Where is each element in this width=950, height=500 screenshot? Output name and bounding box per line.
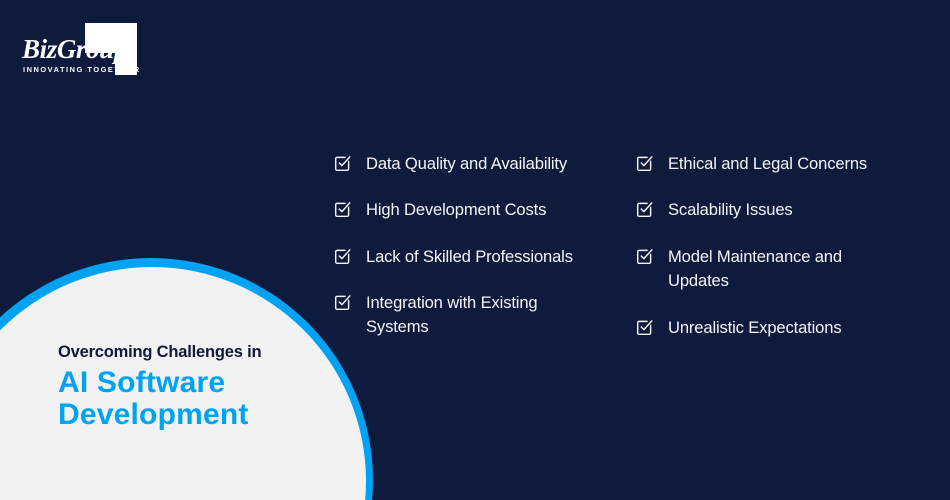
list-item[interactable]: Ethical and Legal Concerns [636,152,936,176]
list-item-label: Scalability Issues [668,200,793,219]
headline-eyebrow: Overcoming Challenges in [58,343,262,361]
list-item[interactable]: Lack of Skilled Professionals [334,245,626,269]
list-item-label: High Development Costs [366,200,547,219]
list-item[interactable]: Model Maintenance and Updates [636,245,881,293]
list-item[interactable]: Unrealistic Expectations [636,316,936,340]
checkbox-checked-icon [334,155,351,172]
list-item[interactable]: Integration with Existing Systems [334,291,584,339]
list-item-label: Data Quality and Availability [366,154,568,173]
checkbox-checked-icon [334,248,351,265]
list-item-label: Model Maintenance and Updates [668,247,842,290]
slide-canvas: BizGroup INNOVATING TOGETHER Overcoming … [0,0,950,500]
headline-block: Overcoming Challenges in AI Software Dev… [58,341,348,431]
list-item-label: Integration with Existing Systems [366,293,538,336]
logo-name: BizGroup [22,34,127,64]
checkbox-checked-icon [334,201,351,218]
checkbox-checked-icon [636,201,653,218]
headline-title: AI Software Development [58,367,348,431]
logo-wordmark: BizGroup INNOVATING TOGETHER [22,36,142,75]
headline-title-line-2: Development [58,398,249,431]
brand-logo[interactable]: BizGroup INNOVATING TOGETHER [22,20,182,80]
list-item-label: Ethical and Legal Concerns [668,154,868,173]
list-item-label: Lack of Skilled Professionals [366,247,573,266]
list-item-label: Unrealistic Expectations [668,318,842,337]
checkbox-checked-icon [636,155,653,172]
checkbox-checked-icon [334,294,351,311]
list-item[interactable]: High Development Costs [334,198,626,222]
checkbox-checked-icon [636,319,653,336]
list-item[interactable]: Data Quality and Availability [334,152,626,176]
list-item[interactable]: Scalability Issues [636,198,936,222]
headline-title-line-1: AI Software [58,366,226,399]
checkbox-checked-icon [636,248,653,265]
logo-tagline: INNOVATING TOGETHER [23,65,141,74]
